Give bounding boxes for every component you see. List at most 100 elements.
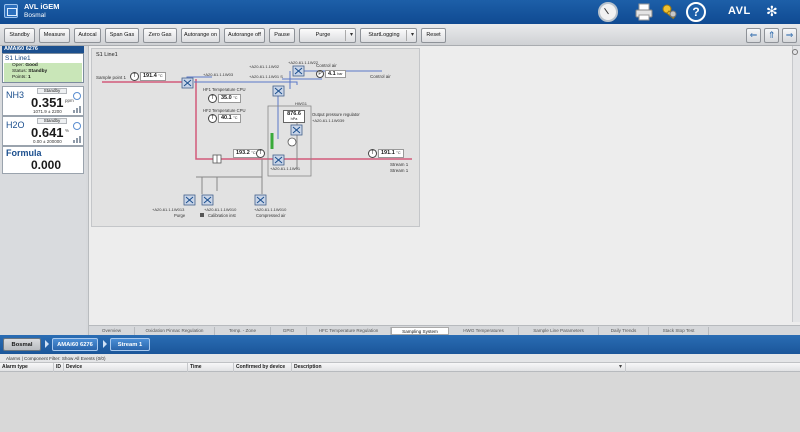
tab-gpio[interactable]: GPIO <box>271 327 307 335</box>
valve3-id: +A20-61.1.1W01 S <box>249 74 283 79</box>
bottom-valve-id: +A20-61.1.1W01 <box>270 166 301 171</box>
tab-sampling-system[interactable]: Sampling System <box>391 327 449 335</box>
component-card-h2o[interactable]: H2O Standby 0.641 % 0.00 ± 200000 <box>2 116 84 146</box>
back-arrow-icon[interactable]: ⇐ <box>746 28 761 43</box>
compressed-air-label: Compressed air <box>256 213 286 218</box>
title-bar: AVL iGEM Bosmal ? AVL ✻ <box>0 0 800 24</box>
site-button[interactable]: Bosmal <box>3 338 41 351</box>
calibration-valve-id: +A20-61.1.1W010 <box>204 207 237 212</box>
valve-icon <box>292 65 305 77</box>
vertical-scrollbar[interactable] <box>792 46 800 322</box>
valve-icon <box>181 77 194 89</box>
line-status-card[interactable]: S1 Line1 Oper: Good Status: Standby Poin… <box>2 53 84 83</box>
column-time[interactable]: Time <box>188 363 234 372</box>
sampling-system-diagram: S1 Line1 Sample point 1 T 191.4 °C +A20-… <box>91 48 420 227</box>
valve-icon <box>272 154 285 166</box>
reset-button[interactable]: Reset <box>421 28 446 43</box>
status-value: Standby <box>28 69 48 74</box>
column-device[interactable]: Device <box>64 363 188 372</box>
component-state: Standby <box>37 118 67 124</box>
autorange-on-button[interactable]: Autorange on <box>181 28 220 43</box>
formula-card[interactable]: Formula 0.000 <box>2 146 84 174</box>
sample-temperature-unit: °C <box>158 74 163 78</box>
hf1-temperature-unit: °C <box>233 96 238 100</box>
formula-name: Formula <box>6 148 42 158</box>
app-title: AVL iGEM <box>24 2 60 11</box>
sample-temperature: 191.4 °C <box>140 72 166 81</box>
oper-value: Good <box>25 63 38 68</box>
chevron-down-icon[interactable]: ▾ <box>619 363 622 372</box>
tab-overview[interactable]: Overview <box>89 327 135 335</box>
tab-stack-stop-test[interactable]: Stack Stop Test <box>649 327 709 335</box>
tab-sample-line-parameters[interactable]: Sample Line Parameters <box>519 327 599 335</box>
autocal-button[interactable]: Autocal <box>74 28 101 43</box>
component-card-nh3[interactable]: NH3 Standby 0.351 ppm 1071.9 ± 2200 <box>2 86 84 116</box>
span-gas-button[interactable]: Span Gas <box>105 28 139 43</box>
stream-label: Stream 1 <box>390 162 409 167</box>
hf2-label: HF2 Temperature CPU <box>203 108 246 113</box>
component-unit: % <box>65 128 70 133</box>
temperature-icon: T <box>368 149 377 158</box>
component-state: Standby <box>37 88 67 94</box>
purge-valve-id: +A20-61.1.1W013 <box>152 207 185 212</box>
hf1-temperature: 35.0 °C <box>218 94 241 103</box>
main-panel: S1 Line1 Sample point 1 T 191.4 °C +A20-… <box>88 46 800 335</box>
chevron-right-icon <box>103 340 107 348</box>
hf1-temperature-value: 35.0 <box>221 95 232 101</box>
column-confirmed-by-device[interactable]: Confirmed by device <box>234 363 292 372</box>
view-tabs: Overview Oxidation Pinnac Regulation Tem… <box>89 325 800 335</box>
stream-button[interactable]: Stream 1 <box>110 338 150 351</box>
help-icon[interactable]: ? <box>686 2 706 22</box>
purge-label: Purge <box>315 32 331 38</box>
device-header[interactable]: AMAi60 6276 <box>2 46 84 53</box>
compressed-air-valve-id: +A20-61.1.1W010 <box>254 207 287 212</box>
device-navigation-bar: Bosmal AMAi60 6276 Stream 1 <box>0 335 800 354</box>
pressure-regulator-label: Output pressure regulator <box>312 112 360 117</box>
control-air-pressure-unit: bar <box>337 72 343 76</box>
zero-gas-button[interactable]: Zero Gas <box>143 28 177 43</box>
device-button[interactable]: AMAi60 6276 <box>52 338 98 351</box>
bar-chart-icon <box>73 106 81 113</box>
tab-oxidation-regulation[interactable]: Oxidation Pinnac Regulation <box>135 327 215 335</box>
control-air-pressure: 4.1 bar <box>325 70 346 78</box>
oper-label: Oper: <box>12 63 24 68</box>
hf2-temperature: 40.1 °C <box>218 114 241 123</box>
status-label: Status: <box>12 69 27 74</box>
line-temperature: 193.2 °C <box>233 149 259 158</box>
valve2-id: +A20-61.1.1W02 <box>249 64 280 69</box>
tab-temp-zone[interactable]: Temp. - Zone <box>215 327 271 335</box>
bar-chart-icon <box>73 136 81 143</box>
start-logging-label: StartLogging <box>368 32 400 38</box>
alarm-filter-bar[interactable]: Alarms | Component Filter: Show All Even… <box>0 354 800 363</box>
temperature-icon: T <box>208 94 217 103</box>
keys-icon[interactable] <box>660 2 680 22</box>
hf1-label: HF1 Temperature CPU <box>203 87 246 92</box>
tab-hwg-temperatures[interactable]: HWG Temperatures <box>449 327 519 335</box>
line-temperature-unit: °C <box>251 151 256 155</box>
clock-icon[interactable] <box>598 2 618 22</box>
site-name: Bosmal <box>24 12 46 19</box>
temperature-icon: T <box>256 149 265 158</box>
valve1-id: +A20-61.1.1W03 <box>203 72 234 77</box>
up-arrow-icon[interactable]: ⇑ <box>764 28 779 43</box>
measure-button[interactable]: Measure <box>39 28 70 43</box>
pause-button[interactable]: Pause <box>269 28 295 43</box>
autorange-off-button[interactable]: Autorange off <box>224 28 265 43</box>
zoom-icon[interactable] <box>792 49 798 55</box>
valve-icon <box>183 194 196 206</box>
description-label: Description <box>294 364 322 370</box>
alarm-table-header: Alarm type ID Device Time Confirmed by d… <box>0 363 800 372</box>
printer-icon[interactable] <box>634 2 654 22</box>
forward-arrow-icon[interactable]: ⇒ <box>782 28 797 43</box>
column-alarm-type[interactable]: Alarm type <box>0 363 54 372</box>
purge-dropdown[interactable]: Purge <box>299 28 356 43</box>
output-temperature-unit: °C <box>396 151 401 155</box>
formula-value: 0.000 <box>31 158 62 172</box>
device-label: HWG1 <box>295 101 307 106</box>
tab-hfc-temperature-regulation[interactable]: HFC Temperature Regulation <box>307 327 391 335</box>
start-logging-dropdown[interactable]: StartLogging <box>360 28 417 43</box>
column-id[interactable]: ID <box>54 363 64 372</box>
column-description[interactable]: Description ▾ <box>292 363 626 372</box>
standby-button[interactable]: Standby <box>4 28 35 43</box>
tab-daily-trends[interactable]: Daily Trends <box>599 327 649 335</box>
